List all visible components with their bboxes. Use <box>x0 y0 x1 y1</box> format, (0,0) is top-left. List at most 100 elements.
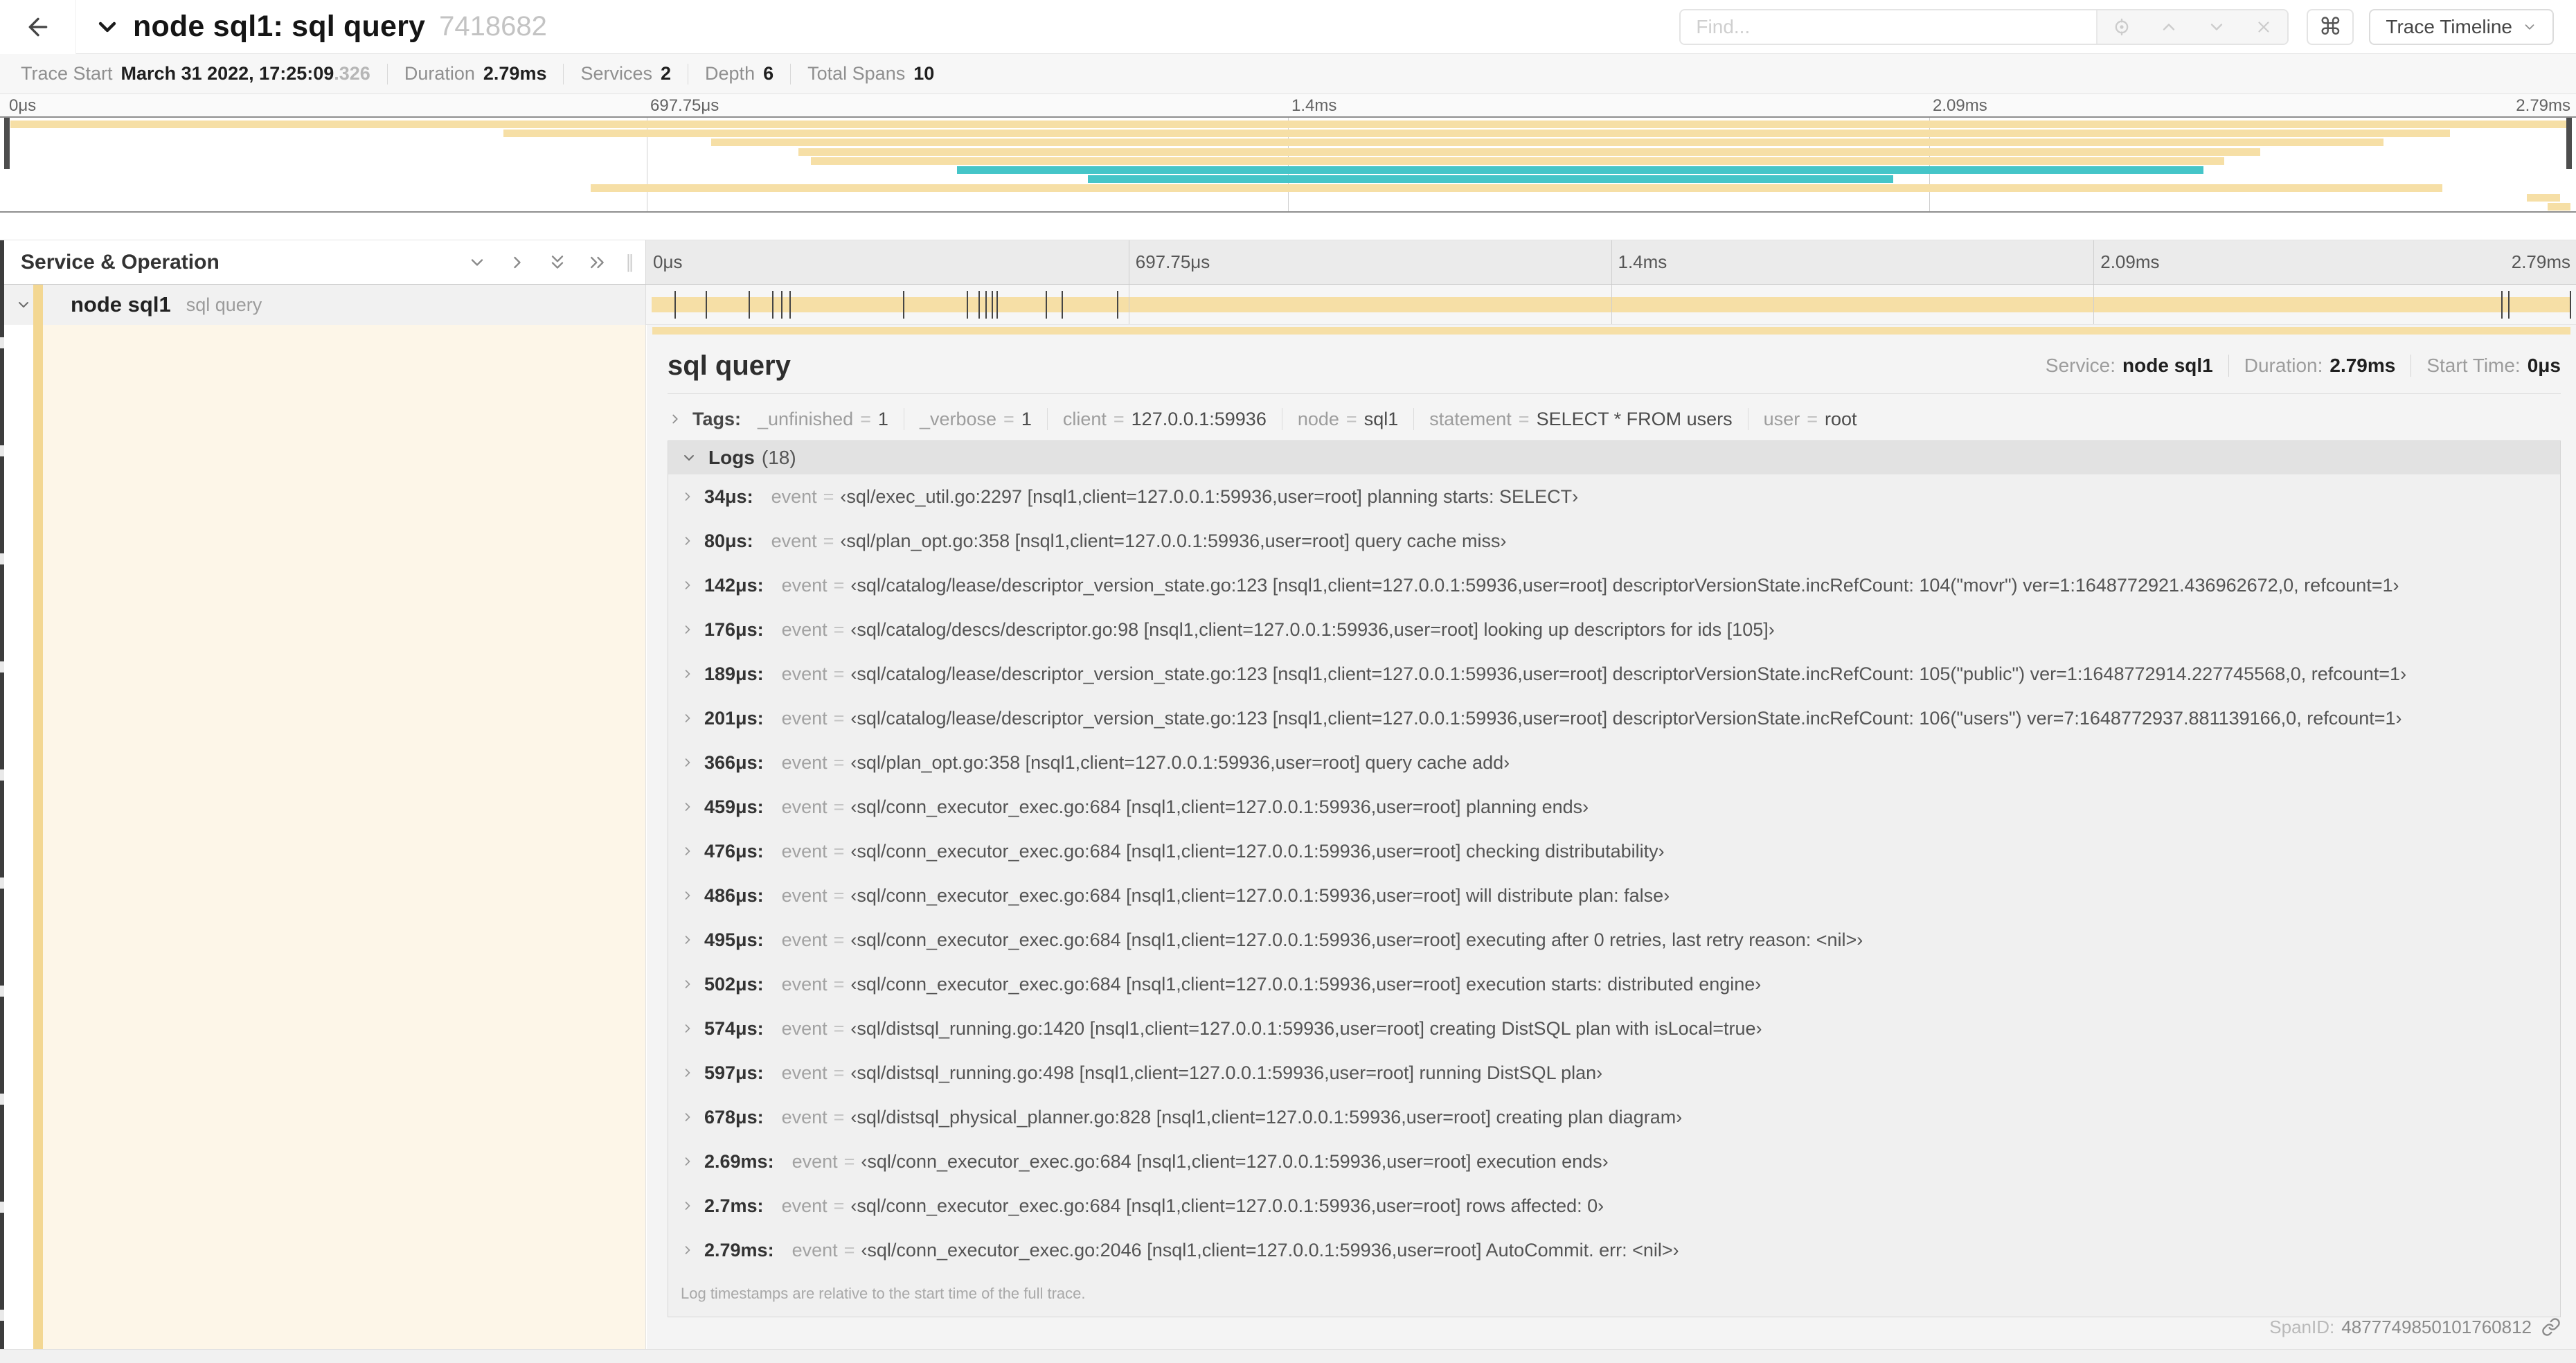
log-expand-chevron[interactable] <box>681 889 695 902</box>
log-row[interactable]: 142μs: event = ‹sql/catalog/lease/descripto… <box>668 563 2560 607</box>
log-event-marker[interactable] <box>985 291 987 319</box>
log-row[interactable]: 80μs: event = ‹sql/plan_opt.go:358 [nsql1,c… <box>668 519 2560 563</box>
minimap-right-scrubber[interactable] <box>2566 118 2572 169</box>
log-event-marker[interactable] <box>1117 291 1119 319</box>
left-edge-scrollbar[interactable] <box>0 240 4 1349</box>
log-row[interactable]: 502μs: event = ‹sql/conn_executor_exec.go:6… <box>668 962 2560 1006</box>
log-row[interactable]: 2.79ms: event = ‹sql/conn_executor_exec.go:… <box>668 1228 2560 1272</box>
log-expand-chevron[interactable] <box>681 490 695 504</box>
span-detail-title: sql query <box>668 350 791 381</box>
log-expand-chevron[interactable] <box>681 800 695 814</box>
log-field-key: event <box>781 1106 828 1128</box>
log-event-marker[interactable] <box>991 291 993 319</box>
log-row[interactable]: 176μs: event = ‹sql/catalog/descs/descripto… <box>668 607 2560 652</box>
log-expand-chevron[interactable] <box>681 756 695 769</box>
log-event-marker[interactable] <box>2570 291 2571 319</box>
log-expand-chevron[interactable] <box>681 1066 695 1080</box>
log-row[interactable]: 459μs: event = ‹sql/conn_executor_exec.go:6… <box>668 785 2560 829</box>
logs-collapse-chevron[interactable] <box>681 449 697 466</box>
log-expand-chevron[interactable] <box>681 534 695 548</box>
find-prev-button[interactable] <box>2152 10 2186 44</box>
collapse-one-icon[interactable] <box>467 253 487 272</box>
tag-item[interactable]: statement = SELECT * FROM users <box>1429 409 1732 430</box>
find-match-focus-button[interactable] <box>2104 10 2139 44</box>
log-row[interactable]: 476μs: event = ‹sql/conn_executor_exec.go:6… <box>668 829 2560 873</box>
log-event-marker[interactable] <box>1046 291 1048 319</box>
tag-item[interactable]: _unfinished = 1 <box>758 409 888 430</box>
log-event-marker[interactable] <box>2507 291 2510 319</box>
deep-link-icon[interactable] <box>2541 1317 2561 1337</box>
logs-header[interactable]: Logs (18) <box>668 441 2560 474</box>
log-event-marker[interactable] <box>706 291 708 319</box>
log-expand-chevron[interactable] <box>681 1022 695 1035</box>
span-row[interactable]: node sql1 sql query <box>0 285 2576 325</box>
target-icon <box>2116 19 2127 35</box>
log-expand-chevron[interactable] <box>681 844 695 858</box>
log-event-marker[interactable] <box>966 291 968 319</box>
span-row-name-cell[interactable]: node sql1 sql query <box>0 285 646 325</box>
log-expand-chevron[interactable] <box>681 623 695 636</box>
log-event-marker[interactable] <box>902 291 904 319</box>
log-field-value: ‹sql/distsql_physical_planner.go:828 [ns… <box>850 1106 1683 1128</box>
minimap-span-bar <box>590 184 2442 193</box>
log-row[interactable]: 574μs: event = ‹sql/distsql_running.go:1420… <box>668 1006 2560 1051</box>
collapse-all-icon[interactable] <box>548 253 567 272</box>
log-event-marker[interactable] <box>674 291 676 319</box>
log-expand-chevron[interactable] <box>681 711 695 725</box>
log-event-marker[interactable] <box>996 291 998 319</box>
log-row[interactable]: 495μs: event = ‹sql/conn_executor_exec.go:6… <box>668 918 2560 962</box>
keyboard-shortcuts-button[interactable]: ⌘ <box>2307 9 2354 45</box>
tags-expand-chevron[interactable] <box>668 411 683 427</box>
log-row[interactable]: 2.69ms: event = ‹sql/conn_executor_exec.go:… <box>668 1139 2560 1184</box>
log-expand-chevron[interactable] <box>681 933 695 947</box>
log-expand-chevron[interactable] <box>681 578 695 592</box>
tag-item[interactable]: user = root <box>1764 409 1857 430</box>
span-collapse-chevron[interactable] <box>15 296 32 313</box>
log-expand-chevron[interactable] <box>681 977 695 991</box>
minimap-span-bar <box>957 166 2204 174</box>
find-next-button[interactable] <box>2199 10 2234 44</box>
column-resize-grip[interactable]: ∥ <box>625 251 636 273</box>
log-event-marker[interactable] <box>771 291 773 319</box>
log-row[interactable]: 34μs: event = ‹sql/exec_util.go:2297 [nsql1… <box>668 474 2560 519</box>
log-timestamp: 2.69ms: <box>704 1150 774 1172</box>
log-expand-chevron[interactable] <box>681 1243 695 1257</box>
minimap-left-scrubber[interactable] <box>4 118 10 169</box>
trace-minimap[interactable] <box>0 116 2576 213</box>
detail-row-name-column <box>0 325 646 1349</box>
log-row[interactable]: 486μs: event = ‹sql/conn_executor_exec.go:6… <box>668 873 2560 918</box>
tags-row[interactable]: Tags: _unfinished = 1 _verbose = 1 client = 127.… <box>668 402 2561 436</box>
find-input[interactable] <box>1681 10 2097 44</box>
log-event-marker[interactable] <box>749 291 751 319</box>
tag-item[interactable]: _verbose = 1 <box>920 409 1032 430</box>
trace-view-dropdown[interactable]: Trace Timeline <box>2369 9 2554 45</box>
find-clear-button[interactable] <box>2246 10 2281 44</box>
log-event-marker[interactable] <box>1061 291 1063 319</box>
log-row[interactable]: 678μs: event = ‹sql/distsql_physical_planne… <box>668 1095 2560 1139</box>
log-event-marker[interactable] <box>978 291 980 319</box>
log-expand-chevron[interactable] <box>681 1155 695 1168</box>
log-event-marker[interactable] <box>780 291 782 319</box>
tag-item[interactable]: node = sql1 <box>1298 409 1398 430</box>
stat-separator <box>790 63 791 84</box>
log-row[interactable]: 597μs: event = ‹sql/distsql_running.go:498 … <box>668 1051 2560 1095</box>
log-event-marker[interactable] <box>789 291 791 319</box>
span-id-value: 4877749850101760812 <box>2341 1316 2532 1337</box>
log-expand-chevron[interactable] <box>681 667 695 681</box>
log-event-marker[interactable] <box>2501 291 2503 319</box>
log-row[interactable]: 2.7ms: event = ‹sql/conn_executor_exec.go:6… <box>668 1184 2560 1228</box>
tag-key: node <box>1297 408 1339 429</box>
log-timestamp: 34μs: <box>704 485 753 507</box>
log-row[interactable]: 366μs: event = ‹sql/plan_opt.go:358 [nsql1,… <box>668 740 2560 785</box>
back-button[interactable] <box>0 0 76 54</box>
expand-one-icon[interactable] <box>508 253 527 272</box>
log-timestamp: 502μs: <box>704 973 764 995</box>
timeline-section: Service & Operation ∥ 0μs 697.75μs 1.4ms 2.… <box>0 240 2576 1349</box>
expand-all-icon[interactable] <box>588 253 607 272</box>
trace-collapse-chevron[interactable] <box>96 15 119 39</box>
log-expand-chevron[interactable] <box>681 1110 695 1124</box>
log-row[interactable]: 189μs: event = ‹sql/catalog/lease/descripto… <box>668 652 2560 696</box>
log-expand-chevron[interactable] <box>681 1199 695 1213</box>
tag-item[interactable]: client = 127.0.0.1:59936 <box>1063 409 1267 430</box>
log-row[interactable]: 201μs: event = ‹sql/catalog/lease/descripto… <box>668 696 2560 740</box>
